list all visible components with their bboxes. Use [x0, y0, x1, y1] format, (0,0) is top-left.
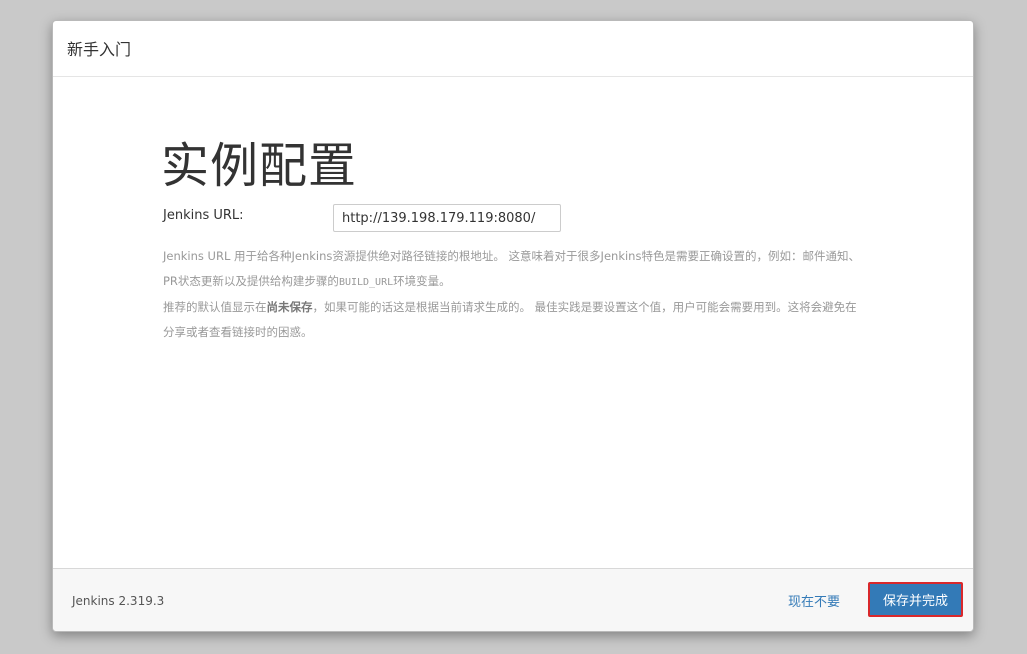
dialog-footer: Jenkins 2.319.3 现在不要 保存并完成	[53, 568, 973, 631]
setup-wizard-dialog: 新手入门 实例配置 Jenkins URL: Jenkins URL 用于给各种…	[52, 20, 974, 632]
page-heading: 实例配置	[161, 138, 358, 194]
save-and-finish-button[interactable]: 保存并完成	[868, 582, 963, 617]
dialog-header: 新手入门	[53, 21, 973, 77]
jenkins-url-input[interactable]	[333, 204, 561, 232]
not-saved-emphasis: 尚未保存	[266, 300, 313, 314]
dialog-title: 新手入门	[67, 40, 132, 59]
help-p2-text: 推荐的默认值显示在	[163, 300, 267, 314]
dialog-body: 实例配置 Jenkins URL: Jenkins URL 用于给各种Jenki…	[53, 76, 973, 570]
jenkins-version: Jenkins 2.319.3	[72, 594, 165, 608]
build-url-code: BUILD_URL	[338, 277, 394, 288]
help-p1-end: 环境变量。	[393, 274, 451, 288]
jenkins-url-label: Jenkins URL:	[163, 208, 244, 223]
skip-button[interactable]: 现在不要	[788, 591, 840, 610]
help-paragraph-1: Jenkins URL 用于给各种Jenkins资源提供绝对路径链接的根地址。 …	[163, 244, 868, 295]
help-paragraph-2: 推荐的默认值显示在尚未保存，如果可能的话这是根据当前请求生成的。 最佳实践是要设…	[163, 295, 868, 345]
help-p1-text: Jenkins URL 用于给各种Jenkins资源提供绝对路径链接的根地址。 …	[163, 249, 860, 288]
help-text: Jenkins URL 用于给各种Jenkins资源提供绝对路径链接的根地址。 …	[163, 244, 868, 345]
